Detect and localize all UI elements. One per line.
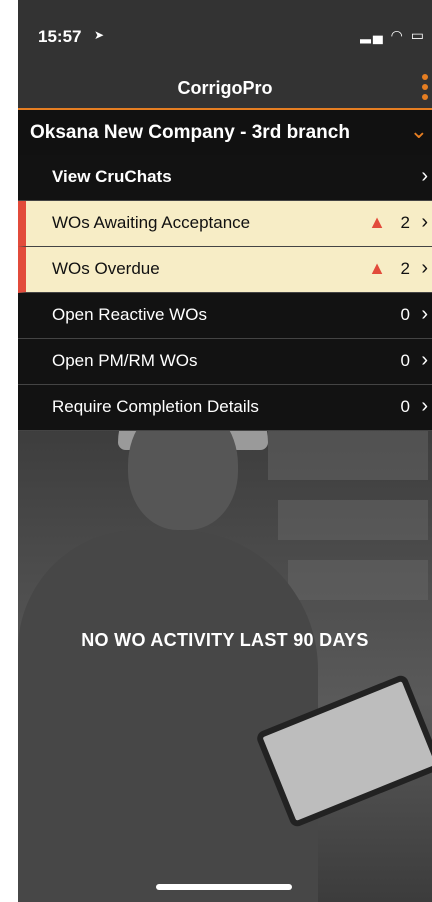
menu-item-label: Require Completion Details bbox=[52, 397, 259, 416]
menu-item-label: View CruChats bbox=[52, 167, 172, 186]
menu-item-label: Open Reactive WOs bbox=[52, 305, 207, 324]
menu-item-count: 0 bbox=[400, 305, 410, 324]
menu-item-count: 0 bbox=[400, 397, 410, 416]
menu-item-wos-overdue[interactable]: WOs Overdue ▲ 2 › bbox=[18, 247, 432, 293]
chevron-right-icon: › bbox=[421, 349, 428, 371]
home-indicator[interactable] bbox=[156, 884, 292, 890]
chevron-right-icon: › bbox=[421, 257, 428, 279]
chevron-right-icon: › bbox=[421, 165, 428, 187]
menu-item-count: 2 bbox=[400, 213, 410, 232]
chevron-right-icon: › bbox=[421, 211, 428, 233]
menu-item-count: 0 bbox=[400, 351, 410, 370]
chevron-right-icon: › bbox=[421, 303, 428, 325]
chevron-right-icon: › bbox=[421, 395, 428, 417]
chevron-down-icon: ⌄ bbox=[409, 118, 428, 143]
menu-item-wos-awaiting-acceptance[interactable]: WOs Awaiting Acceptance ▲ 2 › bbox=[18, 201, 432, 247]
menu-item-open-reactive-wos[interactable]: Open Reactive WOs 0 › bbox=[18, 293, 432, 339]
location-icon: ➤ bbox=[94, 28, 105, 42]
menu-item-label: Open PM/RM WOs bbox=[52, 351, 198, 370]
background-crate bbox=[288, 560, 428, 600]
background-crate bbox=[278, 500, 428, 540]
menu-item-view-cruchats[interactable]: View CruChats › bbox=[18, 155, 432, 201]
status-bar: 15:57 ➤ ▂▄ ◠ ▭ bbox=[18, 0, 432, 70]
menu-item-count: 2 bbox=[400, 259, 410, 278]
system-icons: ▂▄ ◠ ▭ bbox=[360, 27, 426, 43]
status-time: 15:57 bbox=[38, 27, 82, 46]
company-selector[interactable]: Oksana New Company - 3rd branch ⌄ bbox=[18, 110, 432, 155]
menu-item-label: WOs Awaiting Acceptance bbox=[52, 213, 251, 232]
warning-icon: ▲ bbox=[368, 212, 386, 232]
phone-screen: 15:57 ➤ ▂▄ ◠ ▭ CorrigoPro Oksana New Com… bbox=[18, 0, 432, 902]
warning-icon: ▲ bbox=[368, 258, 386, 278]
company-name: Oksana New Company - 3rd branch bbox=[30, 122, 350, 143]
menu-item-require-completion-details[interactable]: Require Completion Details 0 › bbox=[18, 385, 432, 431]
empty-state-message: NO WO ACTIVITY LAST 90 DAYS bbox=[81, 630, 369, 650]
worker-body-image bbox=[18, 530, 318, 902]
work-order-menu: View CruChats › WOs Awaiting Acceptance … bbox=[18, 155, 432, 431]
more-menu-icon[interactable] bbox=[422, 74, 428, 100]
menu-item-open-pm-rm-wos[interactable]: Open PM/RM WOs 0 › bbox=[18, 339, 432, 385]
app-header: CorrigoPro bbox=[18, 70, 432, 110]
app-title: CorrigoPro bbox=[177, 78, 273, 98]
menu-item-label: WOs Overdue bbox=[52, 259, 160, 278]
